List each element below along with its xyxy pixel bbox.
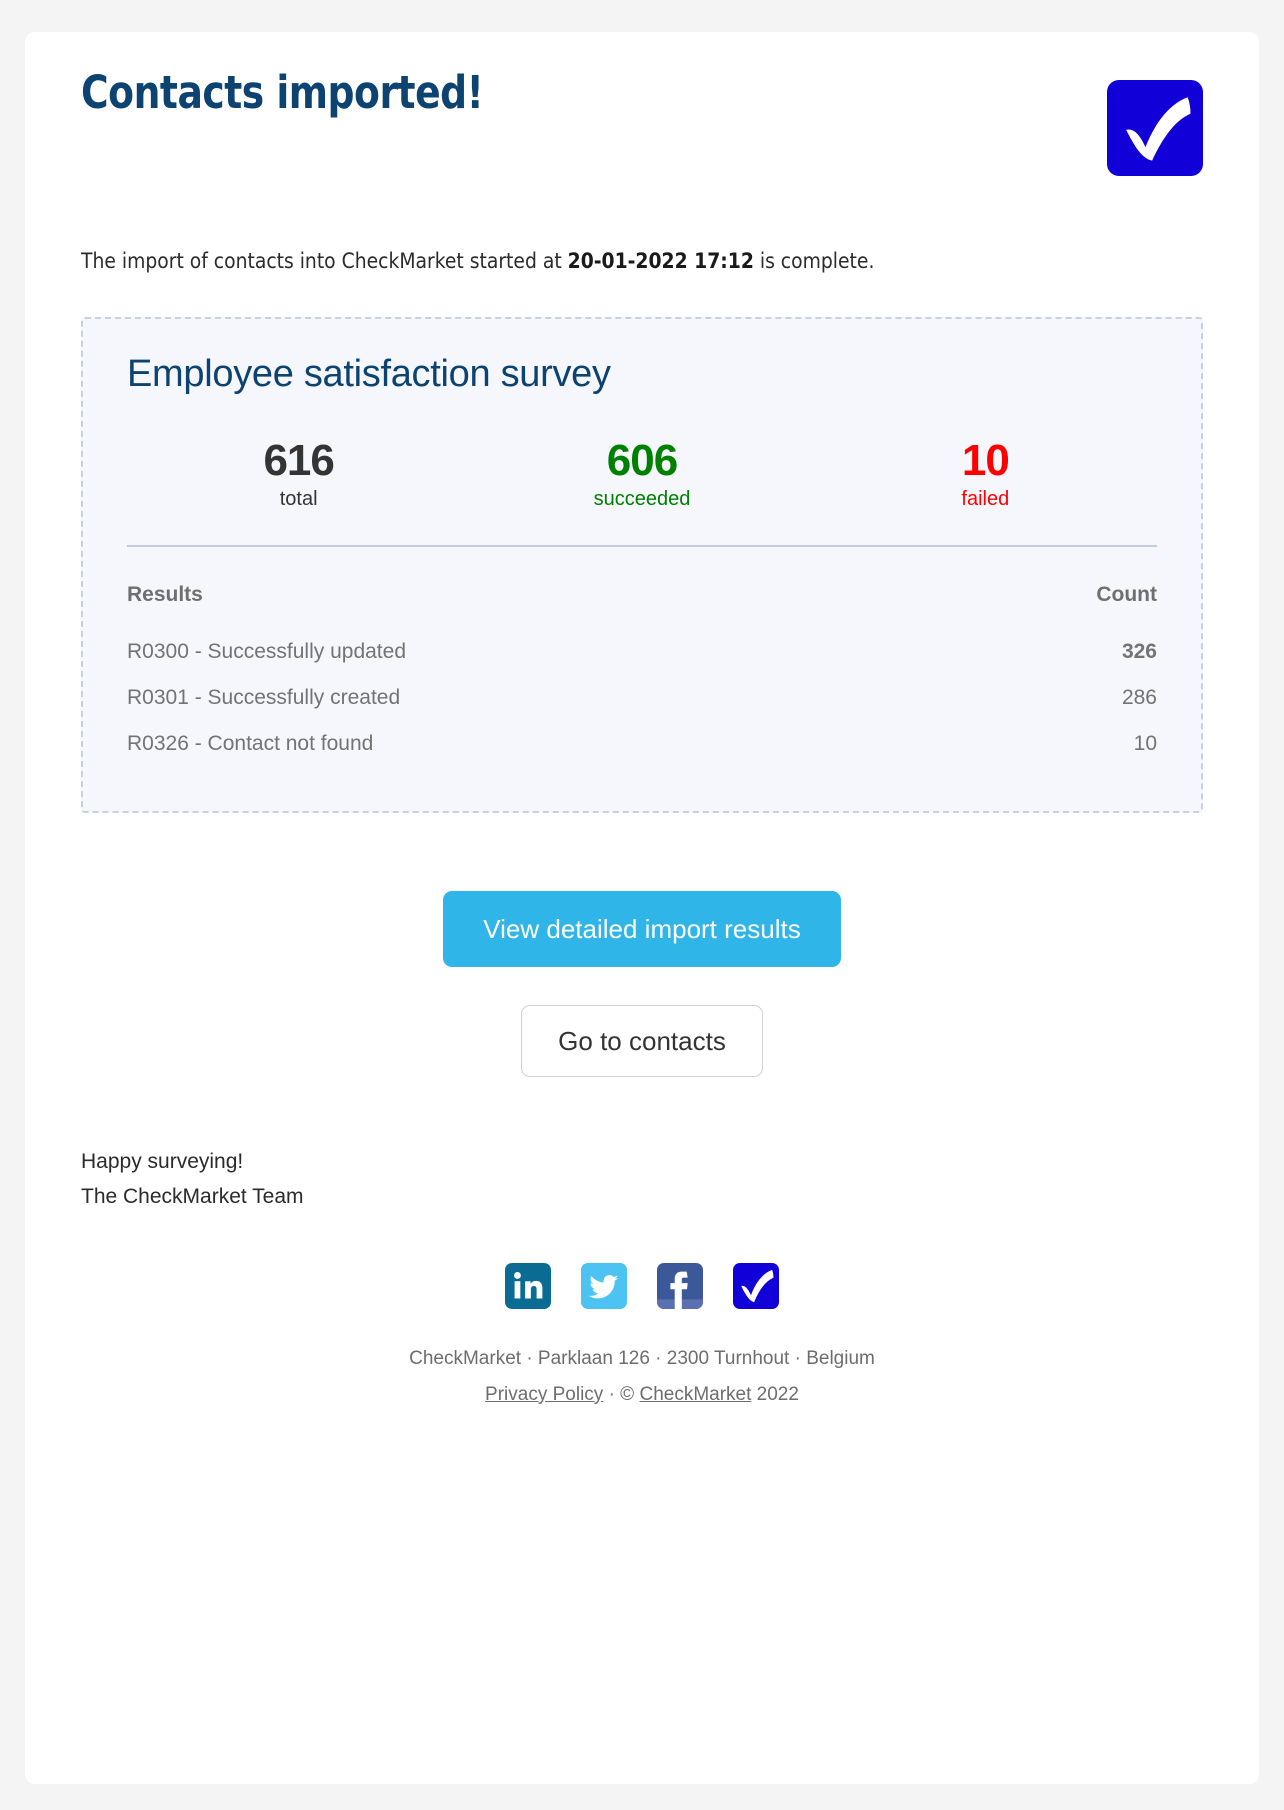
table-row: R0326 - Contact not found 10	[127, 721, 1157, 767]
stat-total: 616 total	[127, 436, 470, 511]
table-row: R0301 - Successfully created 286	[127, 675, 1157, 721]
intro-after: is complete.	[753, 249, 875, 274]
stat-succeeded-value: 606	[606, 436, 678, 486]
stat-total-value: 616	[263, 436, 334, 486]
stat-total-label: total	[279, 488, 318, 511]
table-row: R0300 - Successfully updated 326	[127, 629, 1157, 675]
email-card: Contacts imported! The import of contact…	[25, 32, 1259, 1784]
page-title: Contacts imported!	[81, 66, 484, 119]
survey-name: Employee satisfaction survey	[127, 353, 611, 396]
checkmarket-logo-icon	[1107, 80, 1203, 176]
import-result-panel: Employee satisfaction survey 616 total 6…	[81, 317, 1203, 814]
results-table: Results Count R0300 - Successfully updat…	[127, 575, 1157, 767]
stat-succeeded: 606 succeeded	[470, 436, 813, 511]
result-label: R0300 - Successfully updated	[127, 640, 406, 664]
social-links	[81, 1262, 1203, 1309]
result-label: R0301 - Successfully created	[127, 686, 401, 710]
table-header-row: Results Count	[127, 575, 1157, 629]
facebook-icon[interactable]	[657, 1262, 703, 1309]
stat-failed-value: 10	[961, 436, 1010, 486]
primary-action-area: View detailed import results	[81, 891, 1203, 968]
checkmarket-icon[interactable]	[733, 1262, 779, 1309]
intro-text: The import of contacts into CheckMarket …	[81, 246, 1169, 277]
stat-failed-label: failed	[961, 488, 1010, 511]
result-count: 286	[1121, 686, 1157, 710]
checkmarket-link[interactable]: CheckMarket	[639, 1384, 751, 1405]
signoff-line-2: The CheckMarket Team	[81, 1185, 304, 1208]
go-to-contacts-button[interactable]: Go to contacts	[521, 1005, 763, 1078]
result-count: 326	[1121, 640, 1157, 664]
result-count: 10	[1133, 732, 1157, 756]
view-detailed-import-results-button[interactable]: View detailed import results	[443, 891, 841, 968]
linkedin-icon[interactable]	[505, 1262, 551, 1309]
stat-failed: 10 failed	[814, 436, 1157, 511]
footer-separator: · ©	[603, 1383, 640, 1405]
column-header-count: Count	[1096, 583, 1157, 607]
signoff-line-1: Happy surveying!	[81, 1150, 244, 1174]
footer-year: 2022	[751, 1383, 799, 1405]
email-page: Contacts imported! The import of contact…	[0, 0, 1284, 1810]
result-label: R0326 - Contact not found	[127, 732, 374, 756]
intro-before: The import of contacts into CheckMarket …	[81, 249, 568, 274]
stat-succeeded-label: succeeded	[593, 488, 691, 511]
footer: CheckMarket · Parklaan 126 · 2300 Turnho…	[81, 1341, 1203, 1413]
email-body: Contacts imported! The import of contact…	[25, 32, 1259, 1413]
twitter-icon[interactable]	[581, 1262, 627, 1309]
column-header-results: Results	[127, 583, 203, 607]
signoff: Happy surveying! The CheckMarket Team	[81, 1145, 1203, 1214]
header: Contacts imported!	[81, 32, 1203, 182]
footer-legal: Privacy Policy · © CheckMarket 2022	[81, 1377, 1203, 1413]
panel-divider	[127, 545, 1157, 548]
import-datetime: 20-01-2022 17:12	[567, 249, 754, 274]
stats-row: 616 total 606 succeeded 10 failed	[127, 436, 1157, 511]
footer-address: CheckMarket · Parklaan 126 · 2300 Turnho…	[409, 1347, 875, 1369]
privacy-policy-link[interactable]: Privacy Policy	[485, 1384, 603, 1405]
secondary-action-area: Go to contacts	[81, 1005, 1203, 1078]
